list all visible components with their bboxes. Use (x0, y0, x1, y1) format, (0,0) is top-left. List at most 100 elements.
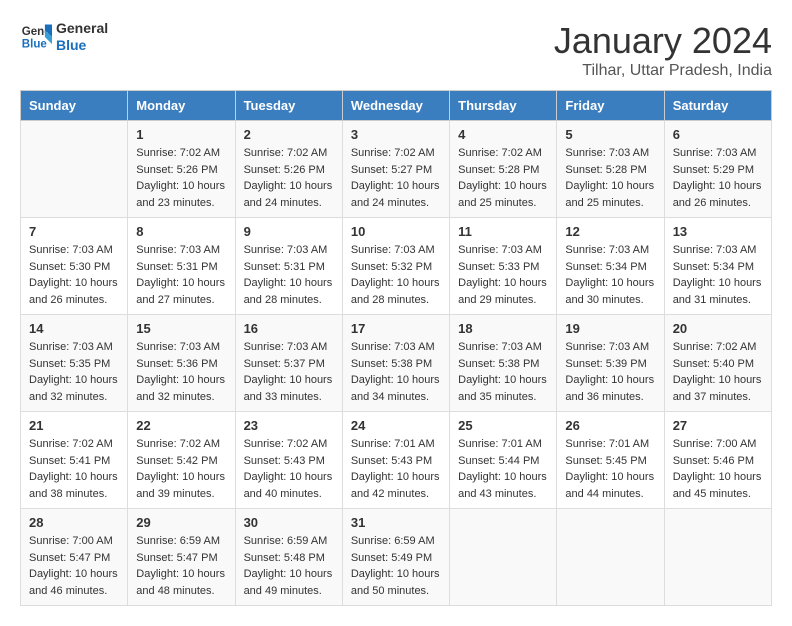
day-number: 10 (351, 224, 441, 239)
day-info: Sunrise: 7:03 AM Sunset: 5:29 PM Dayligh… (673, 145, 763, 211)
page-header: General Blue General Blue January 2024 T… (20, 20, 772, 80)
day-info: Sunrise: 7:03 AM Sunset: 5:30 PM Dayligh… (29, 242, 119, 308)
calendar-day-cell: 5 Sunrise: 7:03 AM Sunset: 5:28 PM Daylig… (557, 121, 664, 218)
day-info: Sunrise: 7:01 AM Sunset: 5:44 PM Dayligh… (458, 436, 548, 502)
day-info: Sunrise: 7:02 AM Sunset: 5:40 PM Dayligh… (673, 339, 763, 405)
day-info: Sunrise: 7:02 AM Sunset: 5:26 PM Dayligh… (244, 145, 334, 211)
calendar-day-cell: 27Sunrise: 7:00 AM Sunset: 5:46 PM Dayli… (664, 412, 771, 509)
day-info: Sunrise: 7:03 AM Sunset: 5:38 PM Dayligh… (351, 339, 441, 405)
calendar-day-cell: 23 Sunrise: 7:02 AM Sunset: 5:43 PM Dayli… (235, 412, 342, 509)
calendar-day-cell: 14Sunrise: 7:03 AM Sunset: 5:35 PM Dayli… (21, 315, 128, 412)
day-number: 11 (458, 224, 548, 239)
day-info: Sunrise: 7:03 AM Sunset: 5:35 PM Dayligh… (29, 339, 119, 405)
calendar-day-cell: 17 Sunrise: 7:03 AM Sunset: 5:38 PM Dayli… (342, 315, 449, 412)
calendar-day-cell: 10Sunrise: 7:03 AM Sunset: 5:32 PM Dayli… (342, 218, 449, 315)
calendar-day-cell (21, 121, 128, 218)
calendar-header: SundayMondayTuesdayWednesdayThursdayFrid… (21, 91, 772, 121)
day-of-week-header: Tuesday (235, 91, 342, 121)
day-info: Sunrise: 7:03 AM Sunset: 5:33 PM Dayligh… (458, 242, 548, 308)
day-number: 26 (565, 418, 655, 433)
day-info: Sunrise: 7:01 AM Sunset: 5:45 PM Dayligh… (565, 436, 655, 502)
day-of-week-header: Wednesday (342, 91, 449, 121)
svg-text:Blue: Blue (22, 38, 48, 50)
calendar-day-cell: 18Sunrise: 7:03 AM Sunset: 5:38 PM Dayli… (450, 315, 557, 412)
calendar-day-cell: 16 Sunrise: 7:03 AM Sunset: 5:37 PM Dayli… (235, 315, 342, 412)
day-number: 27 (673, 418, 763, 433)
location-subtitle: Tilhar, Uttar Pradesh, India (554, 62, 772, 80)
day-info: Sunrise: 7:02 AM Sunset: 5:42 PM Dayligh… (136, 436, 226, 502)
day-info: Sunrise: 7:03 AM Sunset: 5:39 PM Dayligh… (565, 339, 655, 405)
calendar-day-cell (450, 509, 557, 606)
calendar-day-cell: 26 Sunrise: 7:01 AM Sunset: 5:45 PM Dayli… (557, 412, 664, 509)
day-number: 4 (458, 127, 548, 142)
calendar-week-row: 14Sunrise: 7:03 AM Sunset: 5:35 PM Dayli… (21, 315, 772, 412)
calendar-day-cell: 7 Sunrise: 7:03 AM Sunset: 5:30 PM Daylig… (21, 218, 128, 315)
day-number: 16 (244, 321, 334, 336)
day-info: Sunrise: 6:59 AM Sunset: 5:48 PM Dayligh… (244, 533, 334, 599)
day-number: 21 (29, 418, 119, 433)
logo-icon: General Blue (20, 21, 52, 53)
calendar-day-cell: 1Sunrise: 7:02 AM Sunset: 5:26 PM Daylig… (128, 121, 235, 218)
day-number: 8 (136, 224, 226, 239)
day-info: Sunrise: 7:03 AM Sunset: 5:34 PM Dayligh… (673, 242, 763, 308)
calendar-week-row: 28 Sunrise: 7:00 AM Sunset: 5:47 PM Dayli… (21, 509, 772, 606)
calendar-day-cell: 19Sunrise: 7:03 AM Sunset: 5:39 PM Dayli… (557, 315, 664, 412)
day-of-week-header: Friday (557, 91, 664, 121)
calendar-day-cell: 8 Sunrise: 7:03 AM Sunset: 5:31 PM Daylig… (128, 218, 235, 315)
day-info: Sunrise: 7:00 AM Sunset: 5:47 PM Dayligh… (29, 533, 119, 599)
day-number: 15 (136, 321, 226, 336)
day-info: Sunrise: 7:02 AM Sunset: 5:41 PM Dayligh… (29, 436, 119, 502)
calendar-week-row: 7 Sunrise: 7:03 AM Sunset: 5:30 PM Daylig… (21, 218, 772, 315)
day-number: 6 (673, 127, 763, 142)
logo-general-text: General (56, 20, 108, 37)
calendar-day-cell: 3 Sunrise: 7:02 AM Sunset: 5:27 PM Daylig… (342, 121, 449, 218)
day-number: 7 (29, 224, 119, 239)
day-info: Sunrise: 6:59 AM Sunset: 5:49 PM Dayligh… (351, 533, 441, 599)
day-info: Sunrise: 7:02 AM Sunset: 5:28 PM Dayligh… (458, 145, 548, 211)
day-info: Sunrise: 7:03 AM Sunset: 5:31 PM Dayligh… (136, 242, 226, 308)
day-info: Sunrise: 7:02 AM Sunset: 5:26 PM Dayligh… (136, 145, 226, 211)
month-title: January 2024 (554, 20, 772, 62)
day-info: Sunrise: 7:03 AM Sunset: 5:37 PM Dayligh… (244, 339, 334, 405)
day-number: 30 (244, 515, 334, 530)
day-info: Sunrise: 6:59 AM Sunset: 5:47 PM Dayligh… (136, 533, 226, 599)
day-of-week-header: Sunday (21, 91, 128, 121)
calendar-day-cell: 6 Sunrise: 7:03 AM Sunset: 5:29 PM Daylig… (664, 121, 771, 218)
day-number: 9 (244, 224, 334, 239)
calendar-day-cell: 12Sunrise: 7:03 AM Sunset: 5:34 PM Dayli… (557, 218, 664, 315)
day-number: 31 (351, 515, 441, 530)
day-of-week-header: Monday (128, 91, 235, 121)
calendar-week-row: 1Sunrise: 7:02 AM Sunset: 5:26 PM Daylig… (21, 121, 772, 218)
calendar-day-cell: 11 Sunrise: 7:03 AM Sunset: 5:33 PM Dayli… (450, 218, 557, 315)
day-number: 28 (29, 515, 119, 530)
day-number: 17 (351, 321, 441, 336)
day-info: Sunrise: 7:03 AM Sunset: 5:38 PM Dayligh… (458, 339, 548, 405)
day-info: Sunrise: 7:01 AM Sunset: 5:43 PM Dayligh… (351, 436, 441, 502)
day-info: Sunrise: 7:02 AM Sunset: 5:43 PM Dayligh… (244, 436, 334, 502)
day-info: Sunrise: 7:03 AM Sunset: 5:28 PM Dayligh… (565, 145, 655, 211)
day-of-week-header: Thursday (450, 91, 557, 121)
day-number: 25 (458, 418, 548, 433)
calendar-day-cell: 29Sunrise: 6:59 AM Sunset: 5:47 PM Dayli… (128, 509, 235, 606)
day-number: 20 (673, 321, 763, 336)
calendar-day-cell: 4 Sunrise: 7:02 AM Sunset: 5:28 PM Daylig… (450, 121, 557, 218)
day-number: 13 (673, 224, 763, 239)
logo-blue-text: Blue (56, 37, 108, 54)
day-number: 3 (351, 127, 441, 142)
calendar-day-cell: 20 Sunrise: 7:02 AM Sunset: 5:40 PM Dayli… (664, 315, 771, 412)
day-number: 22 (136, 418, 226, 433)
day-number: 23 (244, 418, 334, 433)
calendar-day-cell: 25 Sunrise: 7:01 AM Sunset: 5:44 PM Dayli… (450, 412, 557, 509)
day-number: 24 (351, 418, 441, 433)
calendar-day-cell: 28 Sunrise: 7:00 AM Sunset: 5:47 PM Dayli… (21, 509, 128, 606)
day-info: Sunrise: 7:03 AM Sunset: 5:34 PM Dayligh… (565, 242, 655, 308)
day-info: Sunrise: 7:02 AM Sunset: 5:27 PM Dayligh… (351, 145, 441, 211)
calendar-day-cell: 2Sunrise: 7:02 AM Sunset: 5:26 PM Daylig… (235, 121, 342, 218)
calendar-day-cell: 13 Sunrise: 7:03 AM Sunset: 5:34 PM Dayli… (664, 218, 771, 315)
day-number: 5 (565, 127, 655, 142)
calendar-week-row: 21 Sunrise: 7:02 AM Sunset: 5:41 PM Dayli… (21, 412, 772, 509)
calendar-day-cell: 30 Sunrise: 6:59 AM Sunset: 5:48 PM Dayli… (235, 509, 342, 606)
calendar-day-cell (664, 509, 771, 606)
calendar-day-cell: 9 Sunrise: 7:03 AM Sunset: 5:31 PM Daylig… (235, 218, 342, 315)
day-info: Sunrise: 7:03 AM Sunset: 5:31 PM Dayligh… (244, 242, 334, 308)
